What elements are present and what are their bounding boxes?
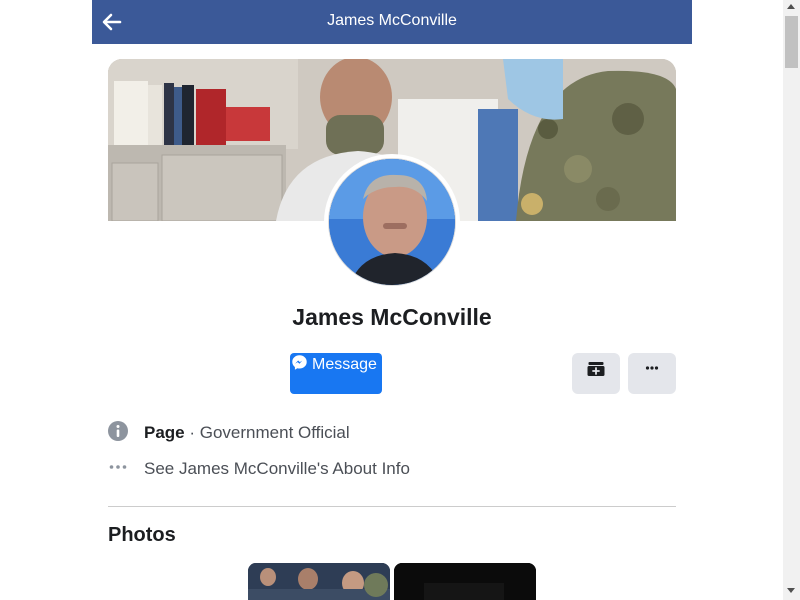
photo-thumbnail[interactable] [394,563,536,600]
save-button[interactable] [572,353,620,394]
message-button[interactable]: Message [290,353,382,394]
page-title: James McConville [327,12,457,29]
vertical-scrollbar[interactable] [783,0,800,600]
more-icon [645,366,659,370]
category-text: Government Official [199,423,350,442]
section-divider [108,506,676,507]
category-separator: · [184,423,200,442]
info-icon [108,421,128,441]
photo-thumbnail-image [394,563,536,600]
top-nav-bar: James McConville [92,0,692,44]
message-button-label: Message [312,356,377,373]
scroll-down-arrow-icon[interactable] [787,588,795,593]
avatar-image [329,159,455,285]
about-info-link[interactable]: See James McConville's About Info [144,459,410,479]
scrollbar-thumb[interactable] [785,16,798,68]
more-dots-icon [109,465,127,469]
save-icon [587,362,605,376]
category-prefix: Page [144,423,185,442]
photos-heading: Photos [108,524,176,546]
messenger-icon [292,355,307,370]
photo-thumbnail[interactable] [248,563,390,600]
more-options-button[interactable] [628,353,676,394]
scroll-up-arrow-icon[interactable] [787,4,795,9]
profile-avatar[interactable] [324,154,460,290]
profile-name: James McConville [292,304,492,330]
photo-thumbnail-image [248,563,390,600]
